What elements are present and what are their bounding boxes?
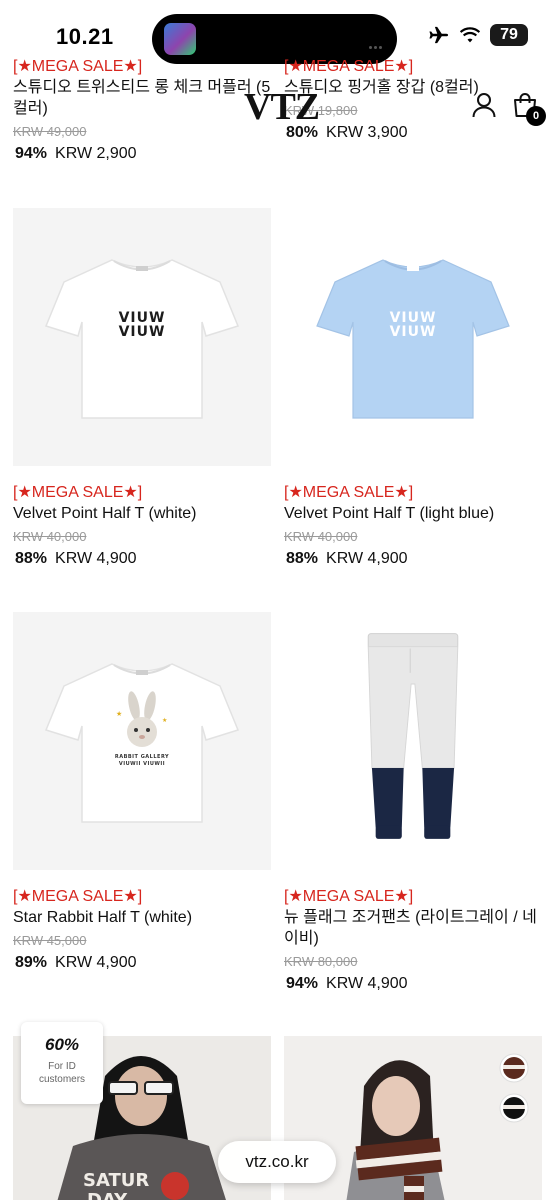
color-swatch-black[interactable] bbox=[499, 1093, 529, 1123]
promo-percent: 60% bbox=[44, 1035, 80, 1054]
site-logo[interactable]: VTZ bbox=[244, 88, 320, 126]
print-line: VIUWII VIUWII bbox=[118, 761, 166, 767]
svg-text:★: ★ bbox=[162, 717, 167, 724]
wifi-icon bbox=[459, 27, 481, 43]
print-line: RABBIT GALLERY bbox=[114, 754, 170, 760]
product-image[interactable]: VIUW VIUW bbox=[13, 208, 271, 466]
product-image[interactable]: ★ ★ RABBIT GALLERY VIUWII VIUWII bbox=[13, 612, 271, 870]
discount-rate: 89% bbox=[15, 954, 48, 971]
product-info: [★MEGA SALE★] Star Rabbit Half T (white)… bbox=[13, 870, 271, 973]
tshirt-print: VIUW VIUW bbox=[13, 311, 271, 339]
discount-rate: 94% bbox=[286, 975, 319, 992]
tshirt-print: VIUW VIUW bbox=[284, 311, 542, 339]
original-price: KRW 80,000 bbox=[284, 954, 358, 969]
discount-rate: 88% bbox=[286, 550, 319, 567]
product-name[interactable]: 스튜디오 핑거홀 장갑 (8컬러) bbox=[284, 77, 542, 98]
shirt-graphic-text: SATUR bbox=[83, 1170, 149, 1191]
airplane-icon bbox=[429, 26, 449, 44]
product-name[interactable]: Velvet Point Half T (light blue) bbox=[284, 503, 542, 524]
product-name[interactable]: 스튜디오 트위스티드 롱 체크 머플러 (5컬러) bbox=[13, 77, 271, 119]
original-price: KRW 40,000 bbox=[13, 529, 87, 544]
cart-button[interactable]: 0 bbox=[510, 90, 546, 126]
product-name[interactable]: Star Rabbit Half T (white) bbox=[13, 907, 271, 928]
product-info: [★MEGA SALE★] Velvet Point Half T (light… bbox=[284, 466, 542, 569]
browser-url-bar[interactable]: vtz.co.kr bbox=[218, 1141, 336, 1183]
price-row: 80% KRW 3,900 bbox=[284, 123, 542, 143]
product-card[interactable]: [★MEGA SALE★] 스튜디오 핑거홀 장갑 (8컬러) KRW 19,8… bbox=[284, 57, 542, 143]
print-line: VIUW bbox=[389, 310, 437, 326]
price-row: 88% KRW 4,900 bbox=[284, 549, 542, 569]
sale-tag: [★MEGA SALE★] bbox=[13, 484, 143, 501]
original-price: KRW 49,000 bbox=[13, 124, 87, 139]
sale-price: KRW 2,900 bbox=[55, 145, 137, 162]
product-info: [★MEGA SALE★] Velvet Point Half T (white… bbox=[13, 466, 271, 569]
sale-price: KRW 4,900 bbox=[326, 975, 408, 992]
shirt-graphic-text: DAY bbox=[87, 1190, 128, 1200]
sale-tag: [★MEGA SALE★] bbox=[284, 58, 414, 75]
product-name[interactable]: 뉴 플래그 조거팬츠 (라이트그레이 / 네이비) bbox=[284, 907, 542, 949]
sale-price: KRW 4,900 bbox=[55, 954, 137, 971]
sale-tag: [★MEGA SALE★] bbox=[13, 58, 143, 75]
product-name[interactable]: Velvet Point Half T (white) bbox=[13, 503, 271, 524]
status-icons: 79 bbox=[428, 24, 528, 46]
original-price: KRW 19,800 bbox=[284, 103, 358, 118]
price-row: 88% KRW 4,900 bbox=[13, 549, 271, 569]
sale-price: KRW 3,900 bbox=[326, 124, 408, 141]
product-card[interactable]: VIUW VIUW [★MEGA SALE★] Velvet Point Hal… bbox=[13, 208, 271, 569]
product-image[interactable] bbox=[284, 612, 542, 870]
battery-indicator: 79 bbox=[490, 24, 528, 46]
sale-tag: [★MEGA SALE★] bbox=[13, 888, 143, 905]
rabbit-tshirt-image: ★ ★ bbox=[44, 663, 240, 823]
cart-count-badge: 0 bbox=[526, 106, 546, 126]
sale-tag: [★MEGA SALE★] bbox=[284, 888, 414, 905]
status-time: 10.21 bbox=[56, 24, 114, 49]
live-activity-app-icon[interactable] bbox=[164, 23, 196, 55]
product-info: [★MEGA SALE★] 뉴 플래그 조거팬츠 (라이트그레이 / 네이비) … bbox=[284, 870, 542, 994]
discount-rate: 94% bbox=[15, 145, 48, 162]
promo-text: For ID customers bbox=[21, 1060, 103, 1086]
user-icon bbox=[472, 93, 496, 118]
discount-rate: 88% bbox=[15, 550, 48, 567]
price-row: 94% KRW 2,900 bbox=[13, 144, 271, 164]
jogger-pants-image bbox=[367, 633, 459, 839]
product-card[interactable]: [★MEGA SALE★] 스튜디오 트위스티드 롱 체크 머플러 (5컬러) … bbox=[13, 57, 271, 164]
tshirt-print: RABBIT GALLERY VIUWII VIUWII bbox=[13, 754, 271, 768]
svg-text:★: ★ bbox=[116, 710, 122, 718]
promo-line: customers bbox=[38, 1074, 86, 1085]
product-card[interactable]: VIUW VIUW [★MEGA SALE★] Velvet Point Hal… bbox=[284, 208, 542, 569]
promo-badge[interactable]: 60% For ID customers bbox=[21, 1022, 103, 1104]
print-line: VIUW bbox=[118, 324, 166, 340]
product-card[interactable]: ★ ★ RABBIT GALLERY VIUWII VIUWII [★MEGA … bbox=[13, 612, 271, 973]
sale-price: KRW 4,900 bbox=[326, 550, 408, 567]
price-row: 89% KRW 4,900 bbox=[13, 953, 271, 973]
more-dots-icon bbox=[369, 36, 385, 49]
promo-line: For ID bbox=[48, 1061, 76, 1072]
color-swatch-brown[interactable] bbox=[499, 1053, 529, 1083]
print-line: VIUW bbox=[389, 324, 437, 340]
product-card[interactable]: [★MEGA SALE★] 뉴 플래그 조거팬츠 (라이트그레이 / 네이비) … bbox=[284, 612, 542, 994]
price-row: 94% KRW 4,900 bbox=[284, 974, 542, 994]
original-price: KRW 45,000 bbox=[13, 933, 87, 948]
sale-price: KRW 4,900 bbox=[55, 550, 137, 567]
account-button[interactable] bbox=[472, 92, 496, 118]
product-image[interactable]: VIUW VIUW bbox=[284, 208, 542, 466]
original-price: KRW 40,000 bbox=[284, 529, 358, 544]
print-line: VIUW bbox=[118, 310, 166, 326]
sale-tag: [★MEGA SALE★] bbox=[284, 484, 414, 501]
